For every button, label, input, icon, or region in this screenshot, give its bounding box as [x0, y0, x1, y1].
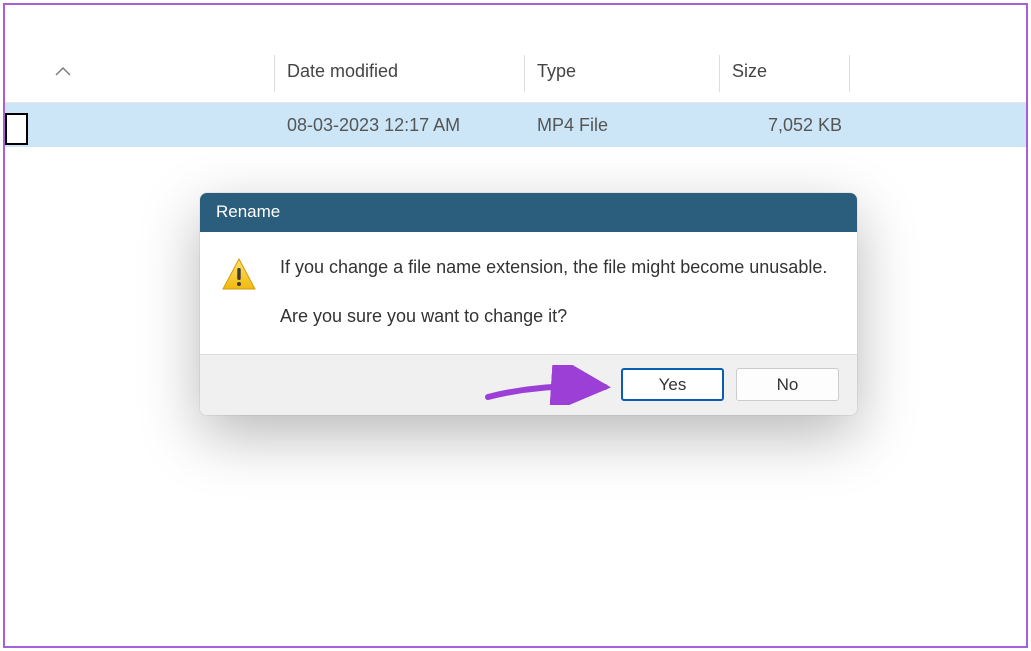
column-header-name[interactable]: [5, 45, 275, 102]
column-header-date[interactable]: Date modified: [275, 45, 525, 102]
file-row[interactable]: 08-03-2023 12:17 AM MP4 File 7,052 KB: [5, 103, 1026, 147]
warning-icon: [220, 256, 258, 294]
file-date-cell: 08-03-2023 12:17 AM: [275, 115, 525, 136]
column-header-type[interactable]: Type: [525, 45, 720, 102]
dialog-message-1: If you change a file name extension, the…: [280, 254, 827, 281]
yes-button[interactable]: Yes: [621, 368, 724, 401]
dialog-text: If you change a file name extension, the…: [280, 254, 827, 330]
column-header-size[interactable]: Size: [720, 45, 850, 102]
dialog-footer: Yes No: [200, 354, 857, 415]
column-headers: Date modified Type Size: [5, 45, 1026, 103]
dialog-message-2: Are you sure you want to change it?: [280, 303, 827, 330]
rename-dialog: Rename If you change a file name exte: [200, 193, 857, 415]
dialog-body: If you change a file name extension, the…: [200, 232, 857, 354]
sort-chevron-icon: [55, 61, 71, 82]
file-size-cell: 7,052 KB: [720, 115, 850, 136]
dialog-title: Rename: [200, 193, 857, 232]
no-button[interactable]: No: [736, 368, 839, 401]
file-type-cell: MP4 File: [525, 115, 720, 136]
rename-edit-box[interactable]: [5, 113, 28, 145]
window-frame: Date modified Type Size 08-03-2023 12:17…: [3, 3, 1028, 648]
